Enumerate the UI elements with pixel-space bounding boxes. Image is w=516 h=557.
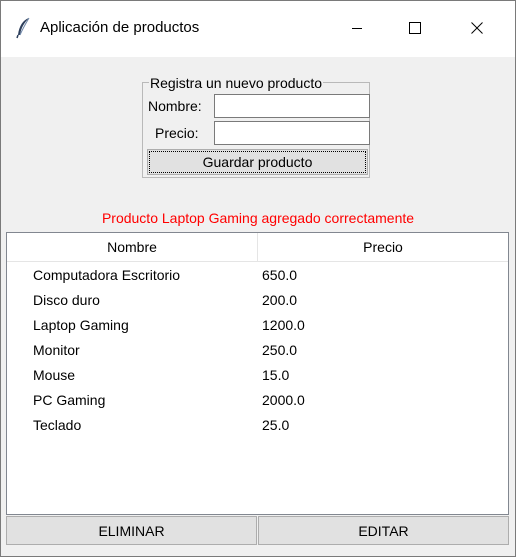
table-row[interactable]: Monitor 250.0: [7, 338, 508, 363]
table-body: Computadora Escritorio 650.0 Disco duro …: [7, 263, 508, 438]
cell-nombre: Teclado: [33, 417, 82, 433]
save-product-button[interactable]: Guardar producto: [147, 149, 368, 175]
cell-nombre: PC Gaming: [33, 392, 106, 408]
cell-precio: 1200.0: [262, 317, 305, 333]
cell-nombre: Computadora Escritorio: [33, 267, 181, 283]
nombre-input[interactable]: [214, 94, 370, 118]
cell-nombre: Laptop Gaming: [33, 317, 129, 333]
app-window: Aplicación de productos Registra un nuev…: [0, 0, 516, 557]
close-button[interactable]: [448, 1, 506, 57]
table-header: Nombre Precio: [7, 233, 508, 262]
cell-nombre: Disco duro: [33, 292, 100, 308]
table-row[interactable]: Computadora Escritorio 650.0: [7, 263, 508, 288]
nombre-label: Nombre:: [148, 98, 202, 114]
products-table[interactable]: Nombre Precio Computadora Escritorio 650…: [6, 232, 509, 515]
maximize-icon: [409, 21, 421, 37]
cell-precio: 15.0: [262, 367, 290, 383]
column-header-nombre[interactable]: Nombre: [7, 233, 258, 261]
cell-nombre: Monitor: [33, 342, 80, 358]
form-legend: Registra un nuevo producto: [149, 75, 323, 91]
cell-nombre: Mouse: [33, 367, 76, 383]
precio-label: Precio:: [155, 125, 199, 141]
table-row[interactable]: Disco duro 200.0: [7, 288, 508, 313]
delete-button[interactable]: ELIMINAR: [6, 516, 257, 545]
feather-icon: [15, 17, 33, 39]
table-row[interactable]: Laptop Gaming 1200.0: [7, 313, 508, 338]
precio-input[interactable]: [214, 121, 370, 145]
table-row[interactable]: Mouse 15.0: [7, 363, 508, 388]
minimize-icon: [351, 21, 363, 37]
cell-precio: 250.0: [262, 342, 298, 358]
client-area: Registra un nuevo producto Nombre: Preci…: [1, 57, 515, 556]
table-row[interactable]: PC Gaming 2000.0: [7, 388, 508, 413]
column-header-precio[interactable]: Precio: [258, 233, 508, 261]
minimize-button[interactable]: [328, 1, 386, 57]
window-title: Aplicación de productos: [40, 19, 200, 36]
table-row[interactable]: Teclado 25.0: [7, 413, 508, 438]
cell-precio: 200.0: [262, 292, 298, 308]
status-message: Producto Laptop Gaming agregado correcta…: [101, 210, 415, 226]
cell-precio: 2000.0: [262, 392, 305, 408]
title-bar[interactable]: Aplicación de productos: [1, 1, 515, 57]
cell-precio: 650.0: [262, 267, 298, 283]
close-icon: [471, 21, 483, 37]
cell-precio: 25.0: [262, 417, 290, 433]
maximize-button[interactable]: [386, 1, 444, 57]
edit-button[interactable]: EDITAR: [258, 516, 509, 545]
